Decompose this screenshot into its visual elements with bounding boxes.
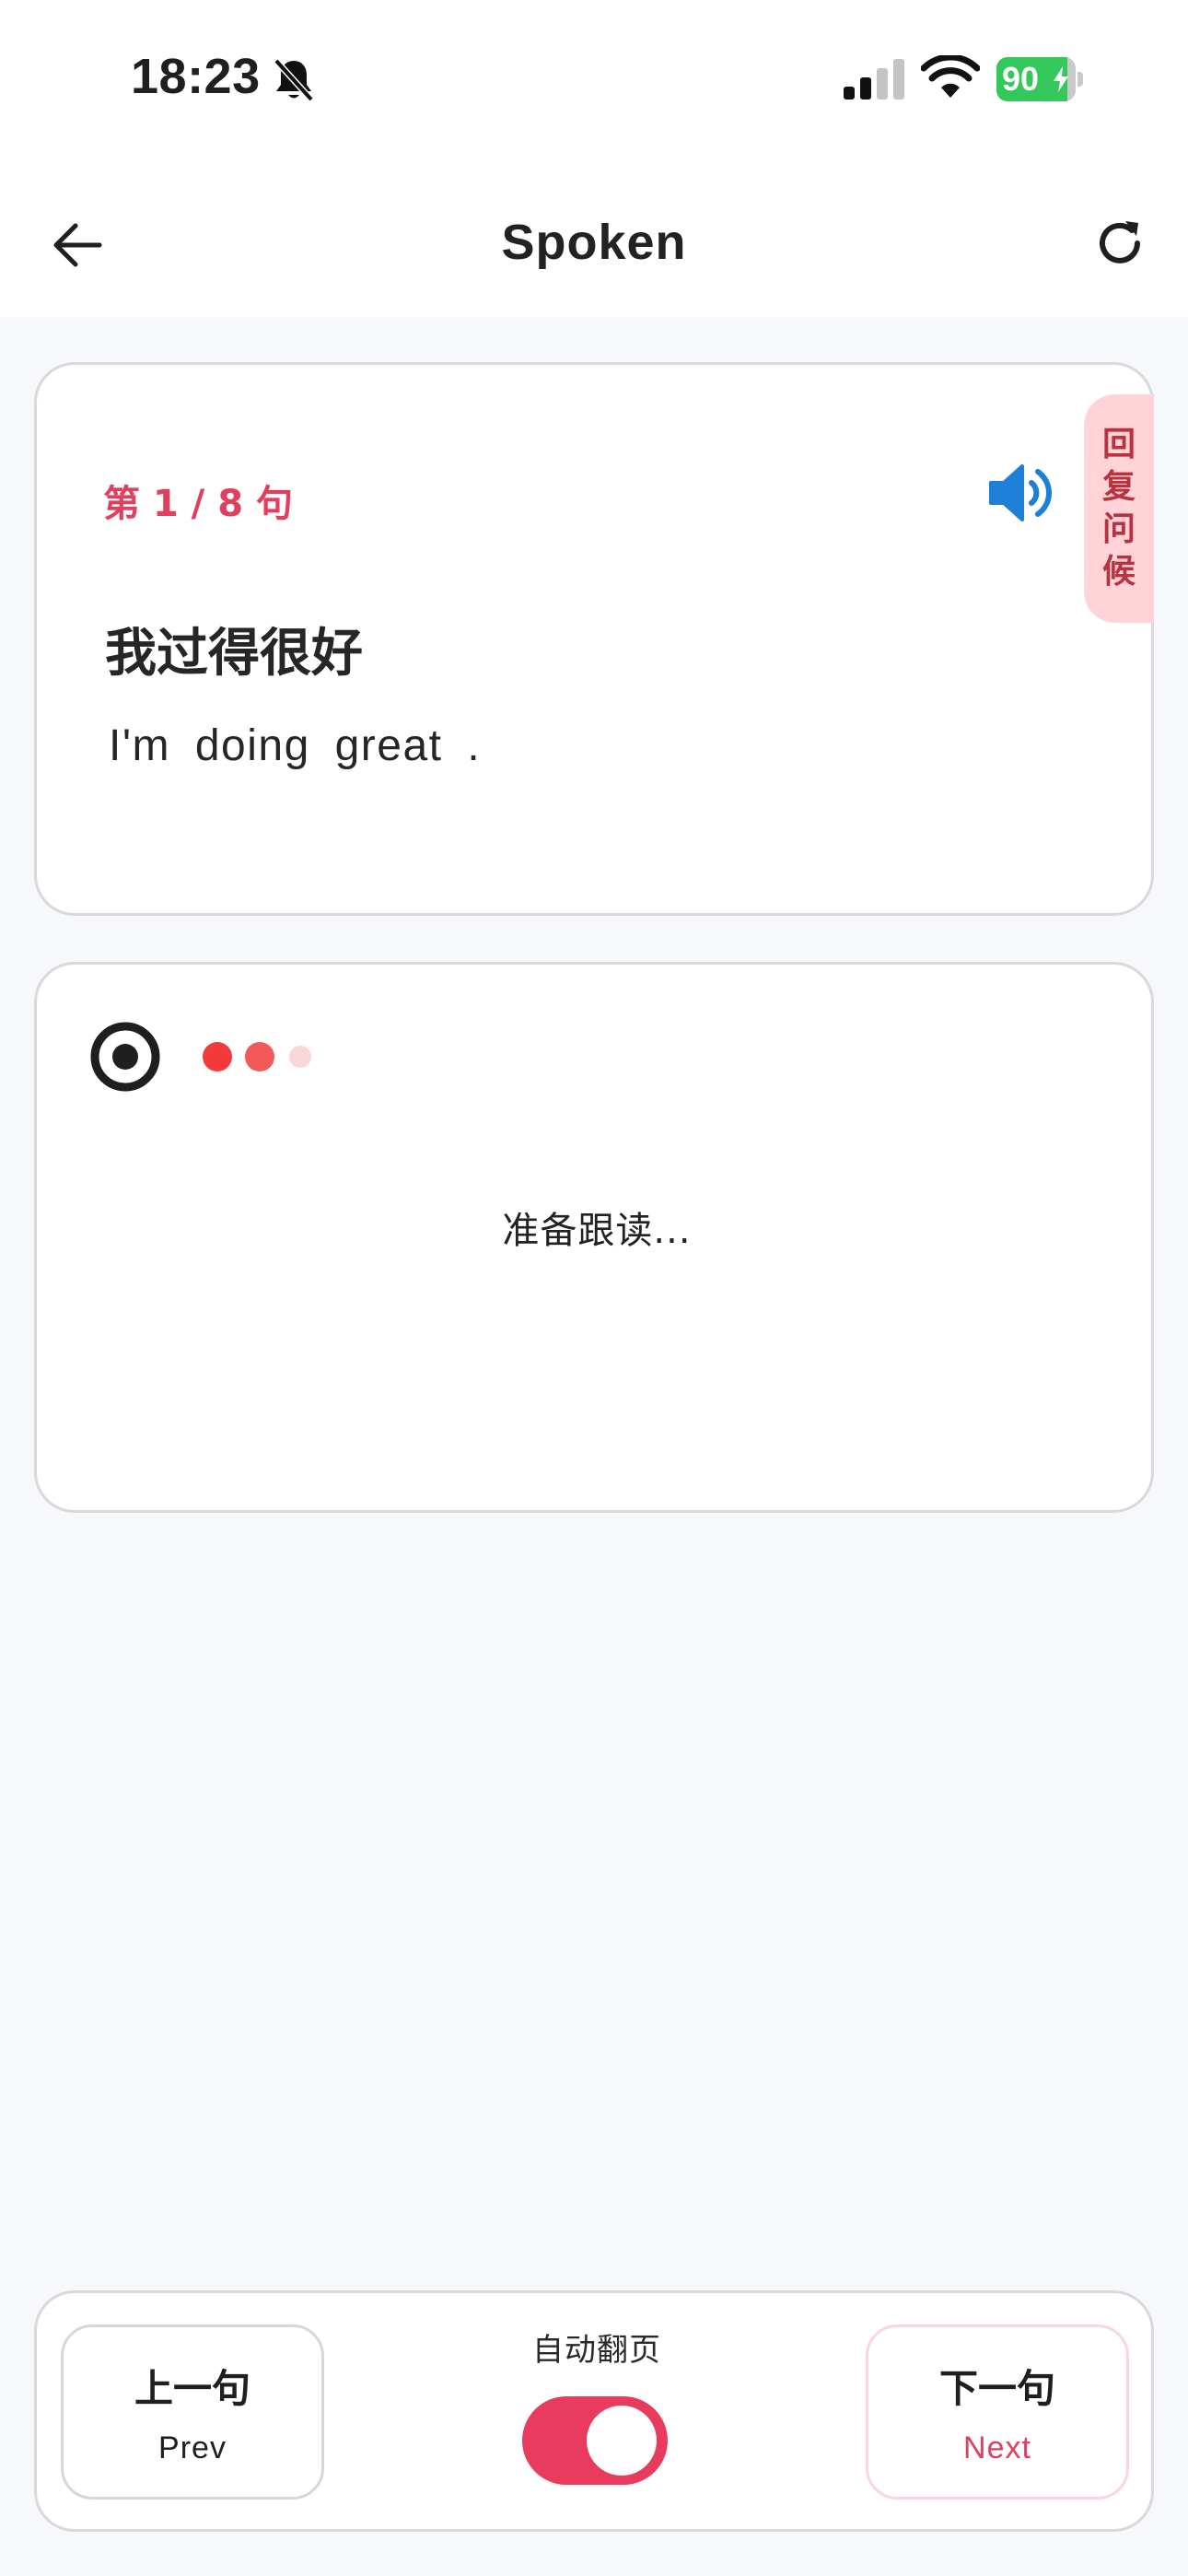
category-char: 问 [1101, 510, 1136, 548]
status-time: 18:23 [131, 49, 261, 104]
battery-body: 90 [996, 57, 1076, 101]
toggle-knob [587, 2406, 657, 2476]
cellular-signal-icon [844, 59, 904, 100]
indicator-dot [289, 1046, 311, 1068]
refresh-button[interactable] [1085, 208, 1155, 278]
bell-slash-icon [274, 58, 314, 102]
indicator-dot [203, 1042, 232, 1071]
next-button[interactable]: 下一句 Next [866, 2324, 1129, 2500]
indicator-dot [245, 1042, 274, 1071]
recording-status: 准备跟读... [502, 1210, 692, 1252]
nav-bar: Spoken [0, 157, 1188, 317]
status-bar: 18:23 90 [0, 0, 1188, 157]
prev-button-en: Prev [158, 2430, 227, 2465]
category-char: 复 [1101, 468, 1136, 506]
auto-flip-toggle[interactable] [522, 2396, 668, 2485]
sentence-progress: 第 1 / 8 句 [103, 483, 293, 525]
control-bar: 上一句 Prev 自动翻页 下一句 Next [34, 2290, 1154, 2532]
category-char: 回 [1101, 426, 1136, 463]
battery-indicator: 90 [996, 57, 1083, 101]
next-button-zh: 下一句 [938, 2366, 1055, 2411]
next-button-en: Next [963, 2430, 1031, 2465]
recording-card: 准备跟读... [34, 962, 1154, 1513]
spoken-practice-screen: 18:23 90 Spoken 第 1 / 8 句 我过得很好 I'm doin… [0, 0, 1188, 2576]
sentence-english: I'm doing great . [109, 721, 482, 770]
wifi-icon [921, 55, 980, 98]
refresh-icon [1100, 221, 1140, 263]
category-tab[interactable]: 回 复 问 候 [1084, 394, 1154, 623]
speaker-volume-icon[interactable] [985, 461, 1061, 525]
charging-bolt-icon [1054, 66, 1068, 92]
battery-nub [1077, 72, 1083, 87]
category-char: 候 [1101, 553, 1136, 591]
target-icon[interactable] [90, 1022, 160, 1092]
sentence-card: 第 1 / 8 句 我过得很好 I'm doing great . [34, 362, 1154, 916]
page-title: Spoken [501, 215, 687, 270]
sentence-chinese: 我过得很好 [105, 624, 363, 684]
